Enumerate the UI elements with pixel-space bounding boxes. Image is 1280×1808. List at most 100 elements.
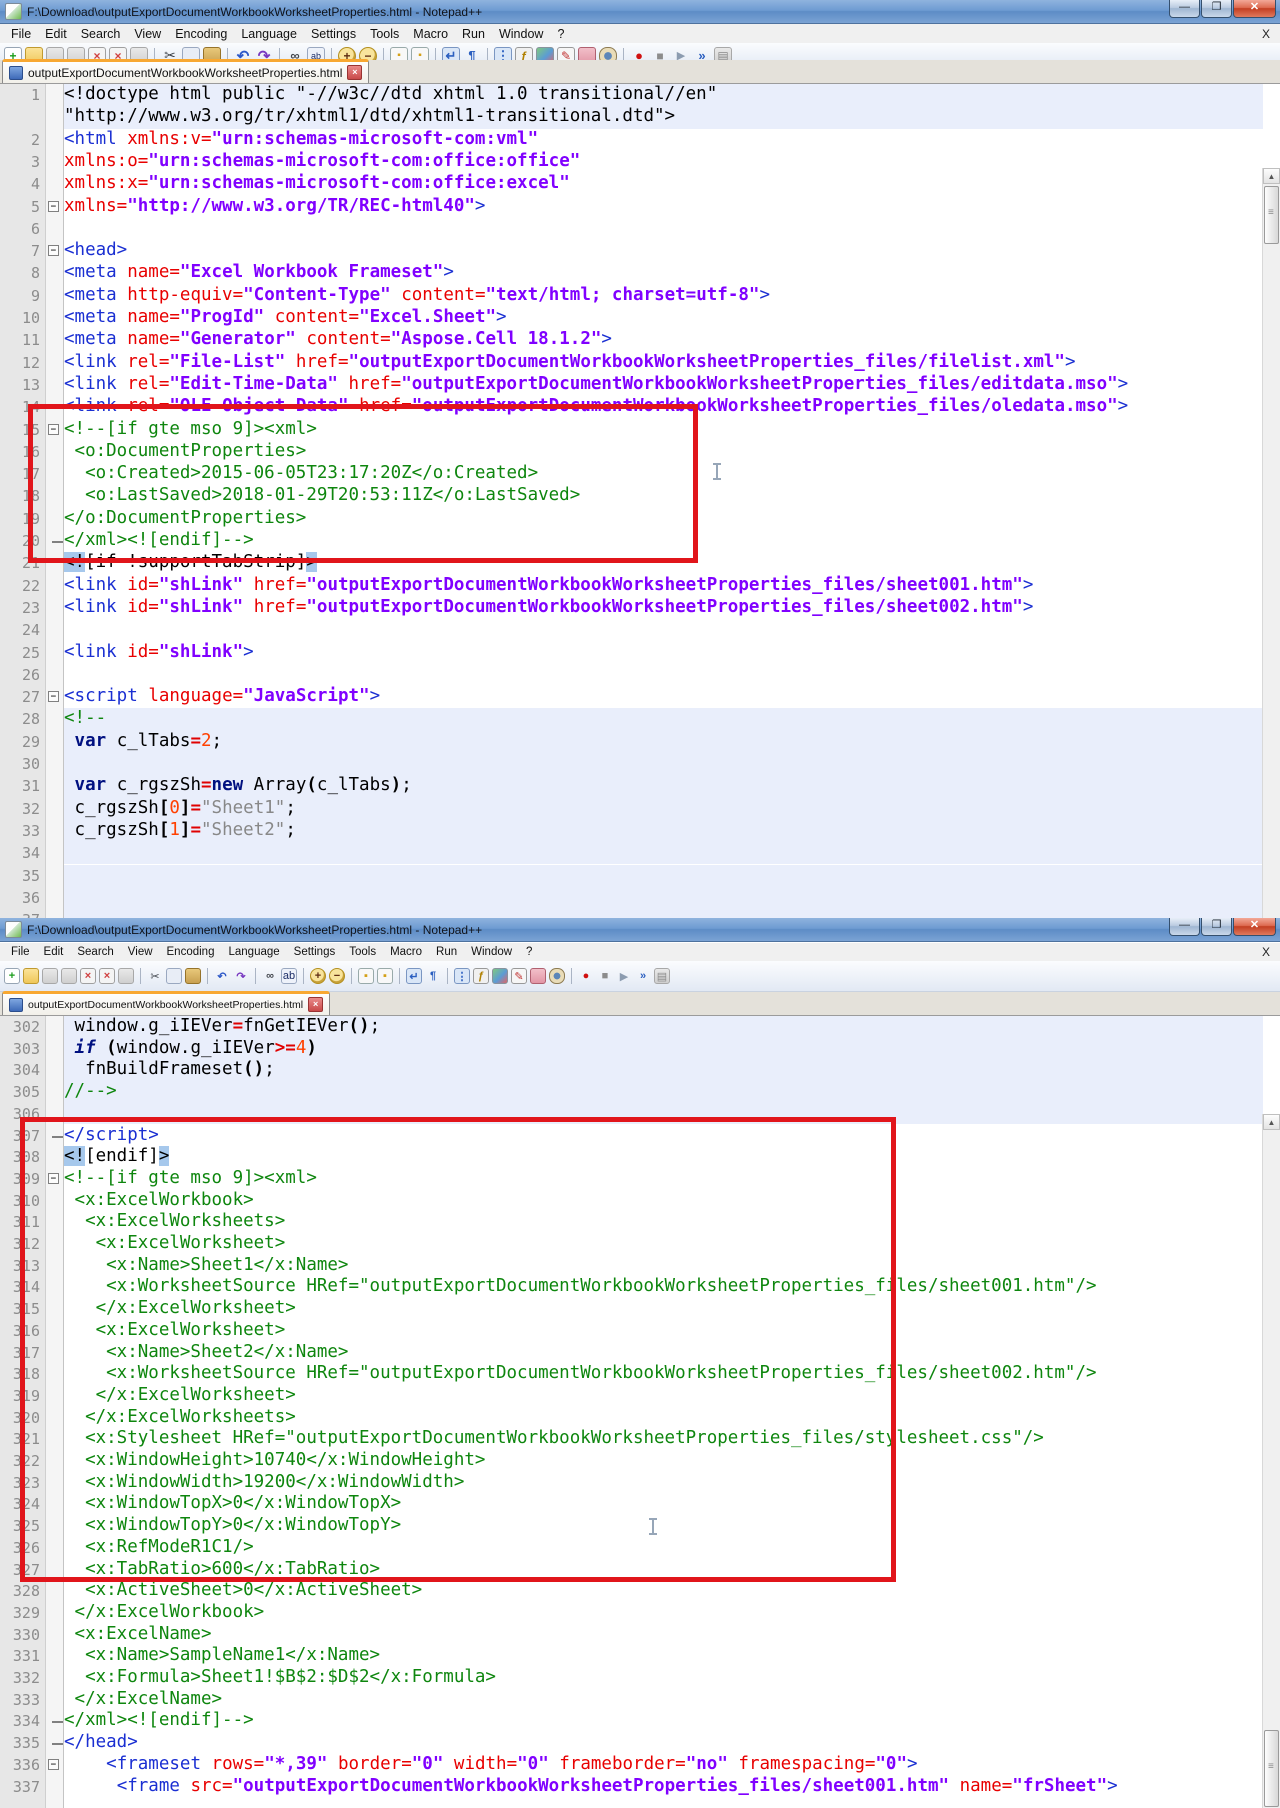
menu-item-language[interactable]: Language <box>234 27 304 41</box>
scrollbar-thumb[interactable] <box>1264 186 1279 244</box>
redo-icon[interactable]: ↷ <box>233 968 249 984</box>
code-line[interactable]: 26 <box>0 664 1263 686</box>
code-line[interactable]: 25<link id="shLink"> <box>0 642 1263 664</box>
minimize-button[interactable]: — <box>1169 918 1200 936</box>
replace-icon[interactable]: ab <box>281 968 297 984</box>
menu-item-file[interactable]: File <box>4 946 37 958</box>
menu-item-macro[interactable]: Macro <box>383 946 429 958</box>
code-line[interactable]: 31 var c_rgszSh=new Array(c_lTabs); <box>0 775 1263 797</box>
code-line[interactable]: 2<html xmlns:v="urn:schemas-microsoft-co… <box>0 129 1263 151</box>
code-line[interactable]: 302 window.g_iIEVer=fnGetIEVer(); <box>0 1016 1263 1038</box>
tab-active[interactable]: outputExportDocumentWorkbookWorksheetPro… <box>2 991 330 1015</box>
menu-item-help[interactable]: ? <box>519 946 539 958</box>
menu-item-edit[interactable]: Edit <box>37 946 71 958</box>
tab-close-icon[interactable]: × <box>308 997 323 1012</box>
undo-icon[interactable]: ↶ <box>214 968 230 984</box>
close-all-icon[interactable]: × <box>99 968 115 984</box>
close-icon[interactable]: × <box>80 968 96 984</box>
code-line[interactable]: 11<meta name="Generator" content="Aspose… <box>0 329 1263 351</box>
document-map-icon[interactable] <box>492 968 508 984</box>
code-line[interactable]: 9<meta http-equiv="Content-Type" content… <box>0 285 1263 307</box>
code-line[interactable]: 8<meta name="Excel Workbook Frameset"> <box>0 262 1263 284</box>
save-icon[interactable] <box>42 968 58 984</box>
code-line[interactable]: 10<meta name="ProgId" content="Excel.She… <box>0 307 1263 329</box>
sync-vertical-icon[interactable]: ▪ <box>358 968 374 984</box>
menu-item-language[interactable]: Language <box>221 946 286 958</box>
code-line[interactable]: 303 if (window.g_iIEVer>=4) <box>0 1038 1263 1060</box>
function-list-icon[interactable]: ƒ <box>473 968 489 984</box>
menu-item-encoding[interactable]: Encoding <box>168 27 234 41</box>
cut-icon[interactable]: ✂ <box>147 968 163 984</box>
code-line[interactable]: 7−<head> <box>0 240 1263 262</box>
scrollbar-thumb[interactable] <box>1264 1730 1279 1807</box>
fold-collapse-icon[interactable]: − <box>48 691 59 702</box>
fold-collapse-icon[interactable]: − <box>48 245 59 256</box>
menu-item-help[interactable]: ? <box>550 27 571 41</box>
code-line[interactable]: 13<link rel="Edit-Time-Data" href="outpu… <box>0 374 1263 396</box>
fold-collapse-icon[interactable]: − <box>48 1759 59 1770</box>
menu-item-view[interactable]: View <box>121 946 160 958</box>
code-line[interactable]: 1<!doctype html public "-//w3c//dtd xhtm… <box>0 84 1263 106</box>
document-list-icon[interactable]: ✎ <box>511 968 527 984</box>
code-line[interactable]: 24 <box>0 619 1263 641</box>
menu-item-run[interactable]: Run <box>429 946 464 958</box>
code-line[interactable]: 5−xmlns="http://www.w3.org/TR/REC-html40… <box>0 196 1263 218</box>
code-line[interactable]: 29 var c_lTabs=2; <box>0 731 1263 753</box>
vertical-scrollbar[interactable]: ▲ <box>1262 1114 1280 1808</box>
code-line[interactable]: 34 <box>0 842 1263 864</box>
save-all-icon[interactable] <box>61 968 77 984</box>
vertical-scrollbar[interactable]: ▲ <box>1262 168 1280 918</box>
code-line[interactable]: 28<!-- <box>0 708 1263 730</box>
close-window-button[interactable]: ✕ <box>1233 918 1276 936</box>
menu-item-view[interactable]: View <box>127 27 168 41</box>
code-line[interactable]: 4xmlns:x="urn:schemas-microsoft-com:offi… <box>0 173 1263 195</box>
menu-item-search[interactable]: Search <box>74 27 128 41</box>
code-line[interactable]: 336− <frameset rows="*,39" border="0" wi… <box>0 1754 1263 1776</box>
code-line[interactable]: 305//--> <box>0 1081 1263 1103</box>
open-file-icon[interactable] <box>23 968 39 984</box>
menu-item-macro[interactable]: Macro <box>406 27 455 41</box>
menu-item-tools[interactable]: Tools <box>342 946 383 958</box>
run-macro-multiple-icon[interactable]: » <box>635 968 651 984</box>
code-line[interactable]: 27−<script language="JavaScript"> <box>0 686 1263 708</box>
close-window-button[interactable]: ✕ <box>1233 0 1276 18</box>
find-icon[interactable]: ∞ <box>262 968 278 984</box>
menu-close-button[interactable]: X <box>1262 27 1270 41</box>
restore-button[interactable]: ❐ <box>1201 918 1232 936</box>
tab-close-icon[interactable]: × <box>347 65 362 80</box>
code-line[interactable]: 30 <box>0 753 1263 775</box>
menu-item-window[interactable]: Window <box>492 27 550 41</box>
play-macro-icon[interactable]: ▶ <box>616 968 632 984</box>
sync-horizontal-icon[interactable]: ▪ <box>377 968 393 984</box>
code-line[interactable]: 329 </x:ExcelWorkbook> <box>0 1602 1263 1624</box>
title-bar[interactable]: F:\Download\outputExportDocumentWorkbook… <box>0 0 1280 24</box>
code-line[interactable]: 304 fnBuildFrameset(); <box>0 1059 1263 1081</box>
file-monitoring-icon[interactable] <box>549 968 565 984</box>
menu-item-settings[interactable]: Settings <box>287 946 343 958</box>
folder-workspace-icon[interactable] <box>530 968 546 984</box>
code-line[interactable]: 335</head> <box>0 1732 1263 1754</box>
scroll-up-arrow[interactable]: ▲ <box>1263 168 1280 184</box>
code-line[interactable]: 32 c_rgszSh[0]="Sheet1"; <box>0 798 1263 820</box>
restore-button[interactable]: ❐ <box>1201 0 1232 18</box>
paste-icon[interactable] <box>185 968 201 984</box>
menu-close-button[interactable]: X <box>1262 945 1270 959</box>
menu-item-settings[interactable]: Settings <box>304 27 363 41</box>
code-line[interactable]: 332 <x:Formula>Sheet1!$B$2:$D$2</x:Formu… <box>0 1667 1263 1689</box>
code-line[interactable]: 35 <box>0 865 1263 887</box>
save-macro-icon[interactable]: ▤ <box>654 968 670 984</box>
menu-item-tools[interactable]: Tools <box>363 27 406 41</box>
code-line[interactable]: 37 <box>0 909 1263 918</box>
print-icon[interactable] <box>118 968 134 984</box>
show-symbols-icon[interactable]: ¶ <box>425 968 441 984</box>
stop-macro-icon[interactable]: ■ <box>597 968 613 984</box>
menu-item-edit[interactable]: Edit <box>38 27 74 41</box>
word-wrap-icon[interactable]: ↵ <box>406 968 422 984</box>
code-line[interactable]: 337 <frame src="outputExportDocumentWork… <box>0 1776 1263 1798</box>
title-bar[interactable]: F:\Download\outputExportDocumentWorkbook… <box>0 918 1280 942</box>
tab-active[interactable]: outputExportDocumentWorkbookWorksheetPro… <box>2 59 369 83</box>
code-line[interactable]: 6 <box>0 218 1263 240</box>
menu-item-encoding[interactable]: Encoding <box>160 946 222 958</box>
code-line[interactable]: "http://www.w3.org/tr/xhtml1/dtd/xhtml1-… <box>0 106 1263 128</box>
code-line[interactable]: 334</xml><![endif]--> <box>0 1710 1263 1732</box>
